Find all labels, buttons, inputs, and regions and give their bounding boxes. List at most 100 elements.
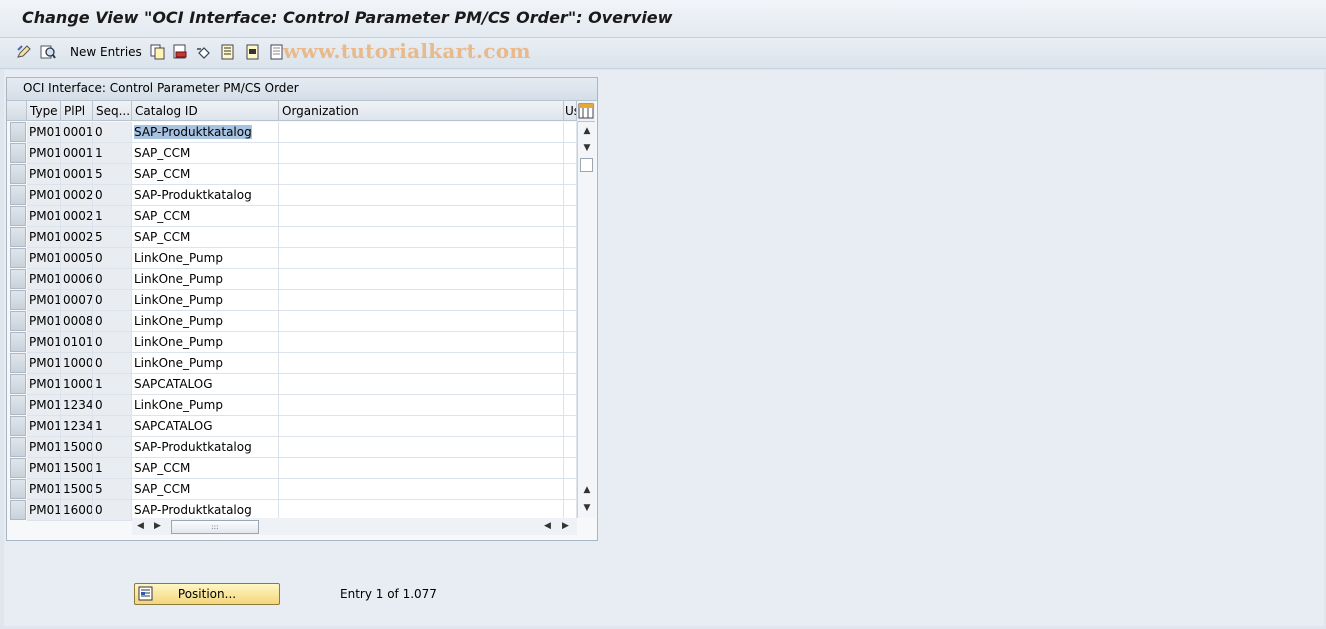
column-header-seq[interactable]: Seq... — [93, 101, 132, 121]
cell-organization[interactable] — [279, 122, 564, 143]
row-selector[interactable] — [10, 206, 26, 226]
cell-us[interactable] — [564, 122, 577, 143]
row-selector[interactable] — [10, 269, 26, 289]
cell-organization[interactable] — [279, 164, 564, 185]
position-button[interactable]: Position... — [134, 583, 280, 605]
cell-organization[interactable] — [279, 479, 564, 500]
cell-catalog-id[interactable]: SAP_CCM — [132, 143, 279, 164]
row-selector[interactable] — [10, 332, 26, 352]
cell-catalog-id[interactable]: LinkOne_Pump — [132, 248, 279, 269]
cell-organization[interactable] — [279, 206, 564, 227]
row-selector[interactable] — [10, 437, 26, 457]
scroll-page-up-icon[interactable]: ▲ — [582, 485, 592, 495]
column-header-type[interactable]: Type — [27, 101, 61, 121]
scroll-right-end-icon[interactable]: ▶ — [562, 521, 569, 531]
display-change-icon[interactable] — [16, 44, 32, 60]
cell-organization[interactable] — [279, 227, 564, 248]
row-selector[interactable] — [10, 122, 26, 142]
cell-us[interactable] — [564, 143, 577, 164]
cell-catalog-id[interactable]: SAP_CCM — [132, 206, 279, 227]
row-selector[interactable] — [10, 416, 26, 436]
cell-catalog-id[interactable]: SAP-Produktkatalog — [132, 185, 279, 206]
copy-as-icon[interactable] — [150, 44, 166, 60]
scroll-left-icon[interactable]: ◀ — [137, 521, 144, 531]
cell-catalog-id[interactable]: LinkOne_Pump — [132, 353, 279, 374]
scroll-up-icon[interactable]: ▲ — [582, 126, 592, 136]
cell-us[interactable] — [564, 164, 577, 185]
cell-us[interactable] — [564, 269, 577, 290]
undo-icon[interactable] — [196, 44, 212, 60]
cell-organization[interactable] — [279, 290, 564, 311]
cell-us[interactable] — [564, 458, 577, 479]
cell-us[interactable] — [564, 437, 577, 458]
row-selector[interactable] — [10, 227, 26, 247]
find-icon[interactable] — [40, 44, 56, 60]
cell-organization[interactable] — [279, 437, 564, 458]
cell-organization[interactable] — [279, 416, 564, 437]
cell-catalog-id[interactable]: LinkOne_Pump — [132, 395, 279, 416]
cell-us[interactable] — [564, 416, 577, 437]
cell-organization[interactable] — [279, 353, 564, 374]
scroll-down-icon[interactable]: ▼ — [582, 143, 592, 153]
horizontal-scroll-thumb[interactable]: ::: — [171, 520, 259, 534]
row-selector[interactable] — [10, 395, 26, 415]
cell-us[interactable] — [564, 395, 577, 416]
cell-catalog-id[interactable]: SAP_CCM — [132, 227, 279, 248]
cell-catalog-id[interactable]: SAP_CCM — [132, 458, 279, 479]
column-header-us[interactable]: Us — [564, 101, 577, 121]
row-selector[interactable] — [10, 458, 26, 478]
scroll-page-down-icon[interactable]: ▼ — [582, 503, 592, 513]
row-selector[interactable] — [10, 311, 26, 331]
cell-catalog-id[interactable]: LinkOne_Pump — [132, 332, 279, 353]
cell-us[interactable] — [564, 290, 577, 311]
row-selector[interactable] — [10, 185, 26, 205]
cell-catalog-id[interactable]: SAP_CCM — [132, 164, 279, 185]
scroll-left-end-icon[interactable]: ◀ — [544, 521, 551, 531]
select-all-icon[interactable] — [220, 44, 236, 60]
cell-catalog-id[interactable]: SAP_CCM — [132, 479, 279, 500]
cell-catalog-id[interactable]: LinkOne_Pump — [132, 290, 279, 311]
cell-catalog-id[interactable]: SAP-Produktkatalog — [132, 437, 279, 458]
cell-organization[interactable] — [279, 185, 564, 206]
row-selector[interactable] — [10, 290, 26, 310]
cell-us[interactable] — [564, 353, 577, 374]
delete-icon[interactable] — [172, 44, 188, 60]
scroll-right-icon[interactable]: ▶ — [154, 521, 161, 531]
select-block-icon[interactable] — [245, 44, 261, 60]
column-header-catalog-id[interactable]: Catalog ID — [132, 101, 279, 121]
cell-organization[interactable] — [279, 458, 564, 479]
column-header-plpl[interactable]: PlPl — [61, 101, 93, 121]
cell-organization[interactable] — [279, 269, 564, 290]
cell-catalog-id[interactable]: SAP-Produktkatalog — [132, 122, 279, 143]
row-selector[interactable] — [10, 143, 26, 163]
new-entries-button[interactable]: New Entries — [70, 45, 142, 59]
row-selector[interactable] — [10, 479, 26, 499]
vertical-scrollbar[interactable]: ▲ ▼ ▲ ▼ — [577, 122, 596, 518]
row-selector[interactable] — [10, 374, 26, 394]
table-settings-button[interactable] — [577, 101, 595, 122]
cell-organization[interactable] — [279, 311, 564, 332]
column-header-organization[interactable]: Organization — [279, 101, 564, 121]
cell-organization[interactable] — [279, 395, 564, 416]
cell-organization[interactable] — [279, 248, 564, 269]
cell-catalog-id[interactable]: LinkOne_Pump — [132, 269, 279, 290]
cell-us[interactable] — [564, 227, 577, 248]
cell-us[interactable] — [564, 311, 577, 332]
cell-organization[interactable] — [279, 332, 564, 353]
cell-catalog-id[interactable]: SAPCATALOG — [132, 374, 279, 395]
cell-us[interactable] — [564, 185, 577, 206]
row-selector[interactable] — [10, 500, 26, 520]
row-selector[interactable] — [10, 248, 26, 268]
cell-us[interactable] — [564, 374, 577, 395]
cell-catalog-id[interactable]: SAPCATALOG — [132, 416, 279, 437]
cell-catalog-id[interactable]: LinkOne_Pump — [132, 311, 279, 332]
cell-organization[interactable] — [279, 143, 564, 164]
cell-us[interactable] — [564, 248, 577, 269]
cell-organization[interactable] — [279, 374, 564, 395]
row-selector[interactable] — [10, 164, 26, 184]
cell-us[interactable] — [564, 206, 577, 227]
select-all-rows-header[interactable] — [7, 101, 27, 121]
row-selector[interactable] — [10, 353, 26, 373]
cell-us[interactable] — [564, 332, 577, 353]
vertical-scroll-thumb[interactable] — [580, 158, 593, 172]
